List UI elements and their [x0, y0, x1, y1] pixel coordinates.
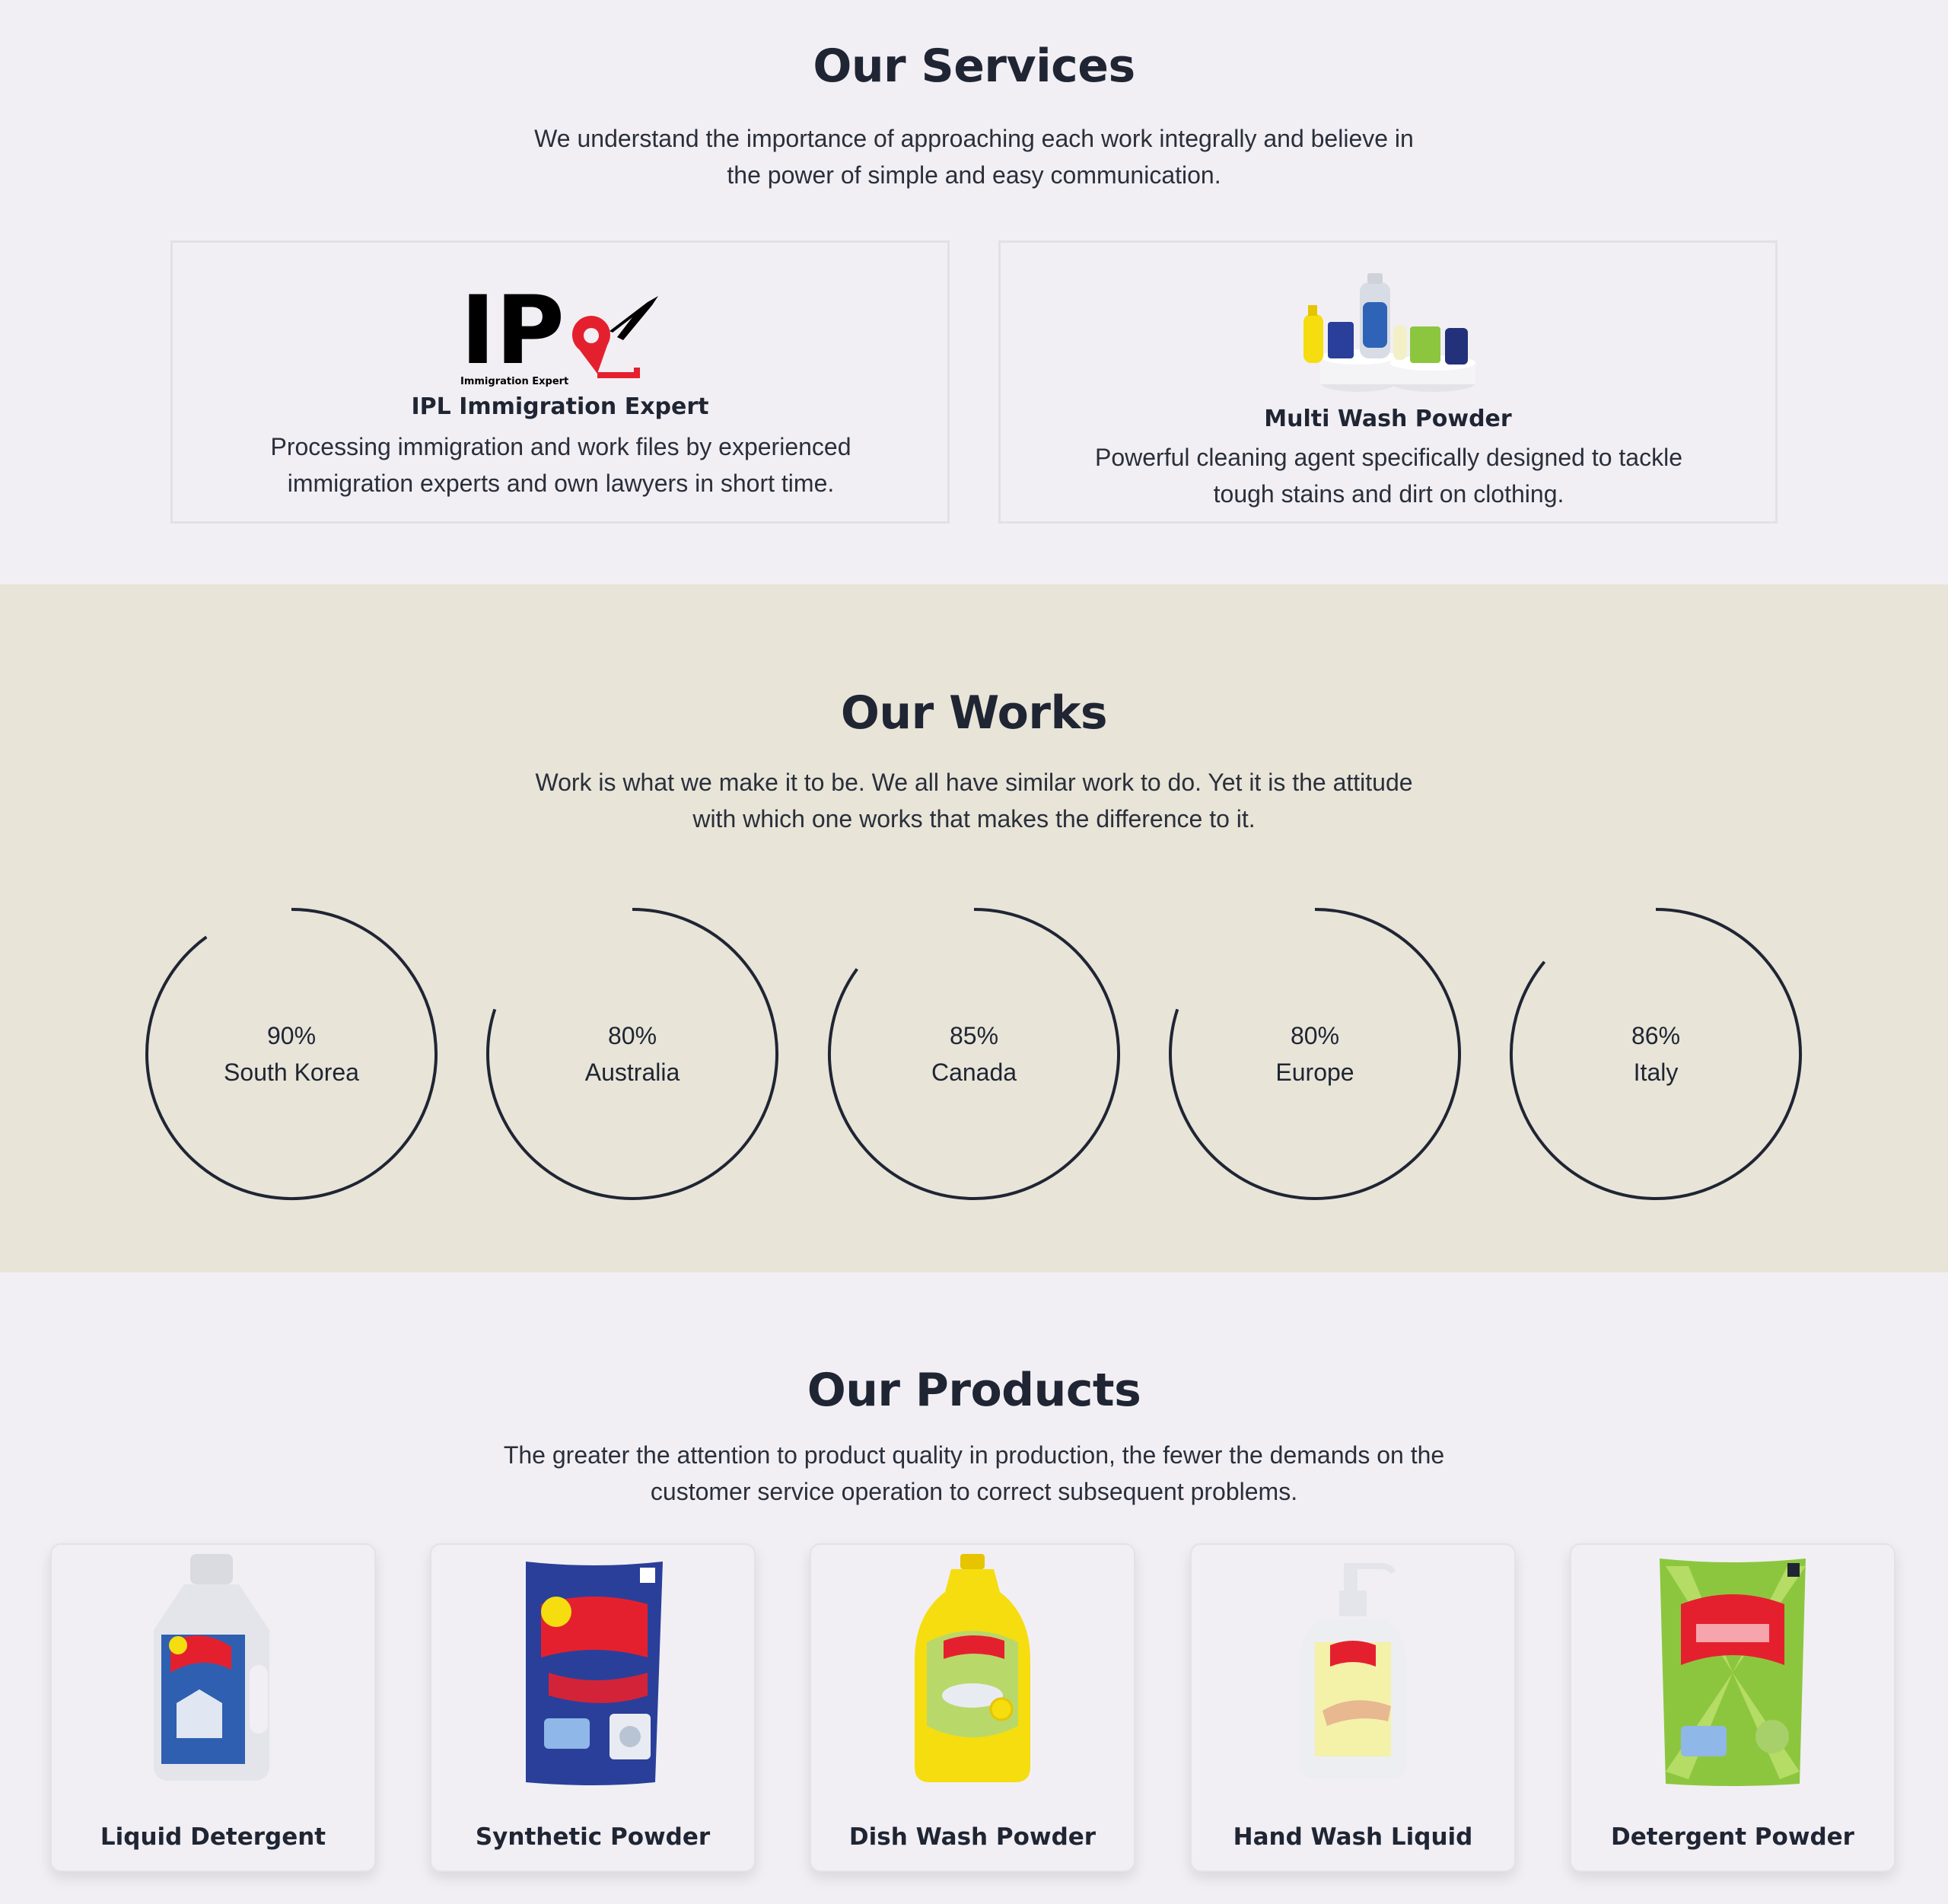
product-card-dish-wash[interactable]: Dish Wash Powder [810, 1543, 1135, 1872]
dish-wash-bottle-icon [915, 1554, 1030, 1782]
product-name: Detergent Powder [1611, 1823, 1854, 1851]
gauge-label: Europe [1275, 1059, 1354, 1086]
airplane-icon [610, 296, 658, 340]
product-card-hand-wash[interactable]: Hand Wash Liquid [1190, 1543, 1516, 1872]
progress-gauge: 90% South Korea [143, 906, 440, 1202]
product-card-liquid-detergent[interactable]: Liquid Detergent [50, 1543, 376, 1872]
product-name: Hand Wash Liquid [1233, 1823, 1473, 1851]
gauge-label: South Korea [224, 1059, 359, 1086]
progress-gauge: 85% Canada [826, 906, 1122, 1202]
liquid-detergent-bottle-icon [154, 1554, 269, 1781]
service-description: Processing immigration and work files by… [270, 433, 851, 497]
ipl-logo: IP Immigration Expert [460, 282, 658, 387]
hand-wash-pump-bottle-icon [1300, 1563, 1406, 1779]
synthetic-powder-pack-icon [526, 1562, 663, 1785]
gauge-value: 85% [949, 1022, 999, 1049]
works-section: Our Works Work is what we make it to be.… [0, 584, 1948, 1272]
service-card-multi-wash[interactable]: Multi Wash Powder Powerful cleaning agen… [998, 240, 1778, 524]
gauge-label: Australia [584, 1059, 680, 1086]
services-title: Our Services [813, 40, 1135, 93]
service-title: Multi Wash Powder [1264, 406, 1512, 432]
gauge-value: 80% [1290, 1022, 1340, 1049]
services-section: Our Services We understand the importanc… [0, 0, 1948, 584]
detergent-powder-pack-icon [1660, 1559, 1806, 1786]
services-subtitle: We understand the importance of approach… [534, 125, 1414, 189]
gauge-label: Italy [1633, 1059, 1679, 1086]
gauge-label: Canada [931, 1059, 1017, 1086]
product-name: Dish Wash Powder [848, 1823, 1097, 1851]
gauge-value: 80% [607, 1022, 657, 1049]
product-card-synthetic-powder[interactable]: Synthetic Powder [430, 1543, 756, 1872]
works-title: Our Works [840, 686, 1108, 740]
service-title: IPL Immigration Expert [411, 393, 709, 420]
progress-gauge: 80% Europe [1167, 906, 1463, 1202]
product-name: Liquid Detergent [100, 1823, 326, 1851]
product-name: Synthetic Powder [475, 1823, 711, 1851]
products-section: Our Products The greater the attention t… [0, 1272, 1948, 1904]
product-lineup-image [1303, 273, 1475, 392]
gauge-value: 90% [266, 1022, 317, 1049]
service-description: Powerful cleaning agent specifically des… [1094, 444, 1682, 508]
products-subtitle: The greater the attention to product qua… [503, 1441, 1445, 1505]
gauge-value: 86% [1631, 1022, 1681, 1049]
works-subtitle: Work is what we make it to be. We all ha… [535, 769, 1413, 833]
progress-gauge: 80% Australia [484, 906, 781, 1202]
product-card-detergent-powder[interactable]: Detergent Powder [1570, 1543, 1895, 1872]
ipl-logo-caption: Immigration Expert [460, 376, 568, 387]
service-card-immigration[interactable]: IP Immigration Expert IPL Immigration Ex… [170, 240, 950, 524]
progress-gauge: 86% Italy [1507, 906, 1804, 1202]
products-title: Our Products [807, 1364, 1141, 1417]
ipl-logo-text: IP [460, 282, 565, 386]
